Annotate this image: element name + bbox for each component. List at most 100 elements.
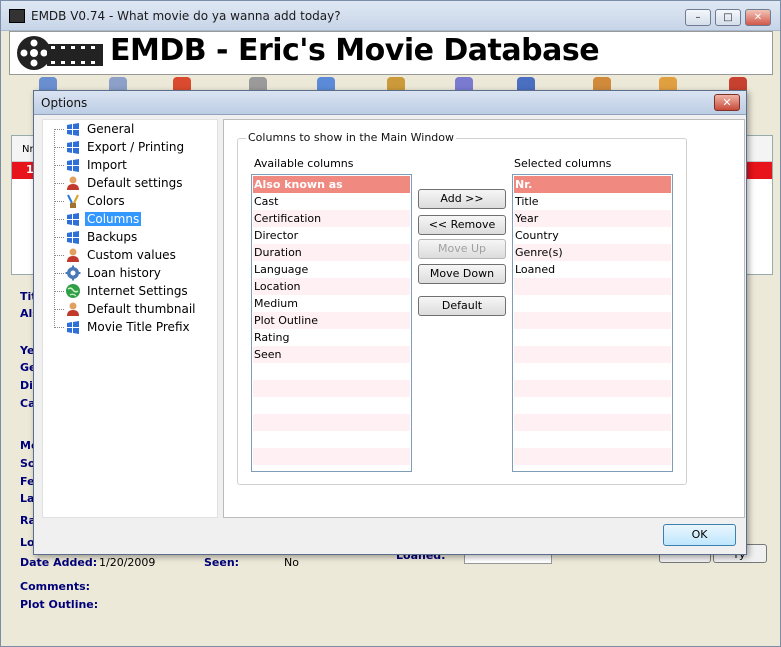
selected-item-country[interactable]: Country	[514, 227, 671, 244]
options-dialog: Options ✕ General Export / Printing Impo…	[33, 90, 747, 555]
tree-item-colors[interactable]: Colors	[54, 192, 215, 210]
selected-item-year[interactable]: Year	[514, 210, 671, 227]
list-empty-row	[514, 295, 671, 312]
tree-connector	[54, 291, 64, 292]
window-title: EMDB V0.74 - What movie do ya wanna add …	[31, 9, 341, 23]
list-empty-row	[253, 380, 410, 397]
tree-item-default-thumbnail[interactable]: Default thumbnail	[54, 300, 215, 318]
remove-column-button[interactable]: << Remove	[418, 215, 506, 235]
available-item-rating[interactable]: Rating	[253, 329, 410, 346]
tree-item-loan-history[interactable]: Loan history	[54, 264, 215, 282]
tree-connector	[54, 219, 64, 220]
tree-connector	[54, 201, 64, 202]
close-button[interactable]: ✕	[745, 9, 771, 26]
tree-item-label: Loan history	[87, 266, 161, 280]
available-item-duration[interactable]: Duration	[253, 244, 410, 261]
list-empty-row	[514, 380, 671, 397]
selected-item-title[interactable]: Title	[514, 193, 671, 210]
user-icon	[67, 302, 79, 316]
options-dialog-title: Options	[41, 96, 88, 110]
tree-connector	[54, 309, 64, 310]
available-item-seen[interactable]: Seen	[253, 346, 410, 363]
tree-item-label: Default thumbnail	[87, 302, 196, 316]
selected-columns-label: Selected columns	[514, 157, 612, 170]
windows-flag-icon	[67, 231, 79, 244]
list-empty-row	[514, 329, 671, 346]
seen-value: No	[284, 556, 299, 569]
tree-item-internet-settings[interactable]: Internet Settings	[54, 282, 215, 300]
list-empty-row	[514, 363, 671, 380]
move-up-button[interactable]: Move Up	[418, 239, 506, 259]
list-empty-row	[514, 346, 671, 363]
tree-item-label: Default settings	[87, 176, 183, 190]
tree-item-label: Columns	[85, 212, 142, 226]
default-columns-button[interactable]: Default	[418, 296, 506, 316]
selected-item-nr[interactable]: Nr.	[514, 176, 671, 193]
list-empty-row	[514, 448, 671, 465]
tree-connector	[54, 129, 64, 130]
columns-groupbox: Columns to show in the Main Window Avail…	[237, 131, 687, 485]
options-dialog-titlebar: Options ✕	[34, 91, 746, 115]
seen-label: Seen:	[204, 556, 240, 569]
available-columns-label: Available columns	[254, 157, 354, 170]
list-empty-row	[253, 414, 410, 431]
available-item-language[interactable]: Language	[253, 261, 410, 278]
tree-item-label: General	[87, 122, 135, 136]
paint-brushes-icon	[67, 194, 79, 208]
options-tree: General Export / Printing Import Default…	[42, 119, 218, 518]
tree-item-import[interactable]: Import	[54, 156, 215, 174]
available-item-location[interactable]: Location	[253, 278, 410, 295]
windows-flag-icon	[67, 123, 79, 136]
tree-item-backups[interactable]: Backups	[54, 228, 215, 246]
selected-item-loaned[interactable]: Loaned	[514, 261, 671, 278]
list-empty-row	[514, 278, 671, 295]
tree-connector	[54, 237, 64, 238]
gear-icon	[65, 265, 81, 281]
globe-icon	[66, 284, 80, 298]
available-item-director[interactable]: Director	[253, 227, 410, 244]
tree-connector	[54, 273, 64, 274]
ok-button[interactable]: OK	[663, 524, 736, 546]
available-item-also-known-as[interactable]: Also known as	[253, 176, 410, 193]
list-empty-row	[253, 363, 410, 380]
tree-item-label: Movie Title Prefix	[87, 320, 190, 334]
minimize-button[interactable]: –	[685, 9, 711, 26]
tree-connector	[54, 255, 64, 256]
move-down-button[interactable]: Move Down	[418, 264, 506, 284]
list-empty-row	[514, 414, 671, 431]
windows-flag-icon	[67, 213, 79, 226]
available-item-medium[interactable]: Medium	[253, 295, 410, 312]
tree-item-label: Colors	[87, 194, 125, 208]
tree-item-label: Custom values	[87, 248, 176, 262]
tree-item-custom-values[interactable]: Custom values	[54, 246, 215, 264]
tree-connector	[54, 183, 64, 184]
add-column-button[interactable]: Add >>	[418, 189, 506, 209]
tree-item-general[interactable]: General	[54, 120, 215, 138]
comments-label: Comments:	[20, 580, 91, 593]
tree-item-columns[interactable]: Columns	[54, 210, 215, 228]
list-empty-row	[514, 312, 671, 329]
user-icon	[67, 176, 79, 190]
tree-item-export-printing[interactable]: Export / Printing	[54, 138, 215, 156]
list-empty-row	[253, 431, 410, 448]
app-film-icon	[9, 9, 25, 23]
banner-title: EMDB - Eric's Movie Database	[110, 33, 600, 68]
tree-item-default-settings[interactable]: Default settings	[54, 174, 215, 192]
maximize-button[interactable]: □	[715, 9, 741, 26]
options-close-button[interactable]: ✕	[714, 94, 740, 111]
available-item-certification[interactable]: Certification	[253, 210, 410, 227]
tree-item-label: Export / Printing	[87, 140, 185, 154]
available-item-cast[interactable]: Cast	[253, 193, 410, 210]
windows-flag-icon	[67, 321, 79, 334]
selected-item-genres[interactable]: Genre(s)	[514, 244, 671, 261]
list-empty-row	[253, 448, 410, 465]
available-columns-list[interactable]: Also known as Cast Certification Directo…	[251, 174, 412, 472]
list-empty-row	[514, 397, 671, 414]
selected-columns-list[interactable]: Nr. Title Year Country Genre(s) Loaned	[512, 174, 673, 472]
tree-item-movie-title-prefix[interactable]: Movie Title Prefix	[54, 318, 215, 336]
windows-flag-icon	[67, 159, 79, 172]
list-header-nr: Nr	[22, 144, 34, 155]
available-item-plot-outline[interactable]: Plot Outline	[253, 312, 410, 329]
tree-item-label: Import	[87, 158, 127, 172]
columns-group-title: Columns to show in the Main Window	[246, 131, 457, 144]
